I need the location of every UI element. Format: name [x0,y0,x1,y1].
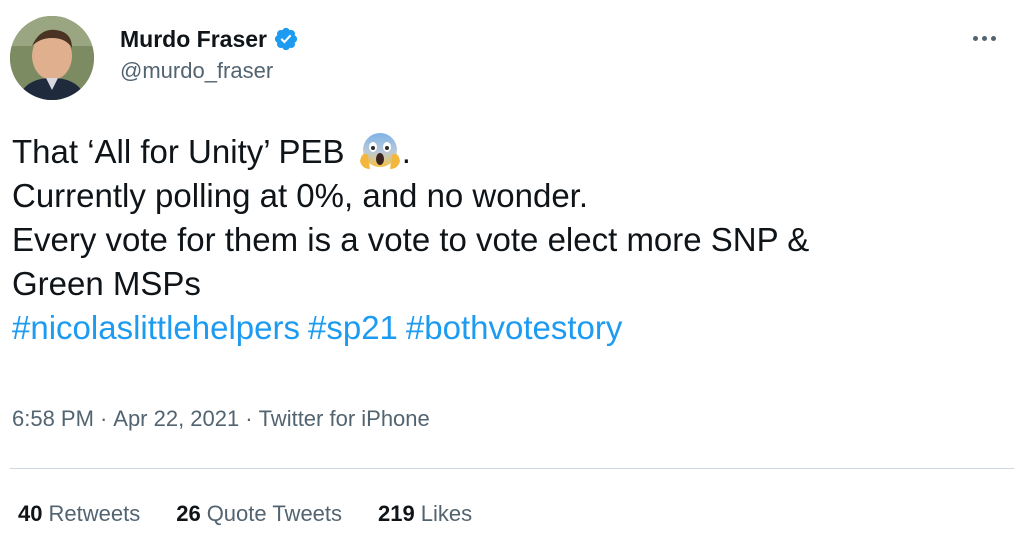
tweet-line-1: That ‘All for Unity’ PEB . [12,130,1012,174]
verified-badge-icon [273,26,299,52]
engagement-stats: 40 Retweets 26 Quote Tweets 219 Likes [18,501,472,527]
retweets-label: Retweets [48,501,141,526]
display-name[interactable]: Murdo Fraser [120,26,267,53]
quote-tweets-stat[interactable]: 26 Quote Tweets [176,501,342,527]
quote-tweets-label: Quote Tweets [206,501,343,526]
tweet-time[interactable]: 6:58 PM [12,406,94,432]
retweets-stat[interactable]: 40 Retweets [18,501,140,527]
tweet-text: That ‘All for Unity’ PEB . Currently pol… [12,130,1012,350]
tweet-line-2: Currently polling at 0%, and no wonder. [12,177,589,214]
hashtag-link[interactable]: #nicolaslittlehelpers [12,309,300,346]
retweets-count: 40 [18,501,43,526]
name-row: Murdo Fraser [120,24,299,54]
tweet-source[interactable]: Twitter for iPhone [259,406,430,432]
avatar[interactable] [10,16,94,100]
likes-label: Likes [420,501,473,526]
author-block: Murdo Fraser @murdo_fraser [120,24,299,84]
likes-count: 219 [378,501,415,526]
tweet-line-1-text: That ‘All for Unity’ PEB [12,133,345,170]
meta-separator: · [99,406,108,431]
tweet-date[interactable]: Apr 22, 2021 [113,406,239,432]
divider [10,468,1014,469]
quote-tweets-count: 26 [176,501,201,526]
tweet-line-1-end: . [401,133,411,170]
tweet-line-3: Every vote for them is a vote to vote el… [12,221,810,258]
likes-stat[interactable]: 219 Likes [378,501,472,527]
tweet-metadata: 6:58 PM · Apr 22, 2021 · Twitter for iPh… [12,406,430,432]
face-screaming-in-fear-emoji-icon [358,131,402,171]
meta-separator: · [245,406,253,431]
hashtag-link[interactable]: #bothvotestory [406,309,622,346]
tweet-line-4: Green MSPs [12,265,201,302]
more-options-icon[interactable] [964,26,1004,50]
user-handle[interactable]: @murdo_fraser [120,58,299,84]
hashtags: #nicolaslittlehelpers #sp21 #bothvotestory [12,306,1012,350]
hashtag-link[interactable]: #sp21 [308,309,398,346]
tweet: Murdo Fraser @murdo_fraser That ‘All for… [0,0,1024,547]
